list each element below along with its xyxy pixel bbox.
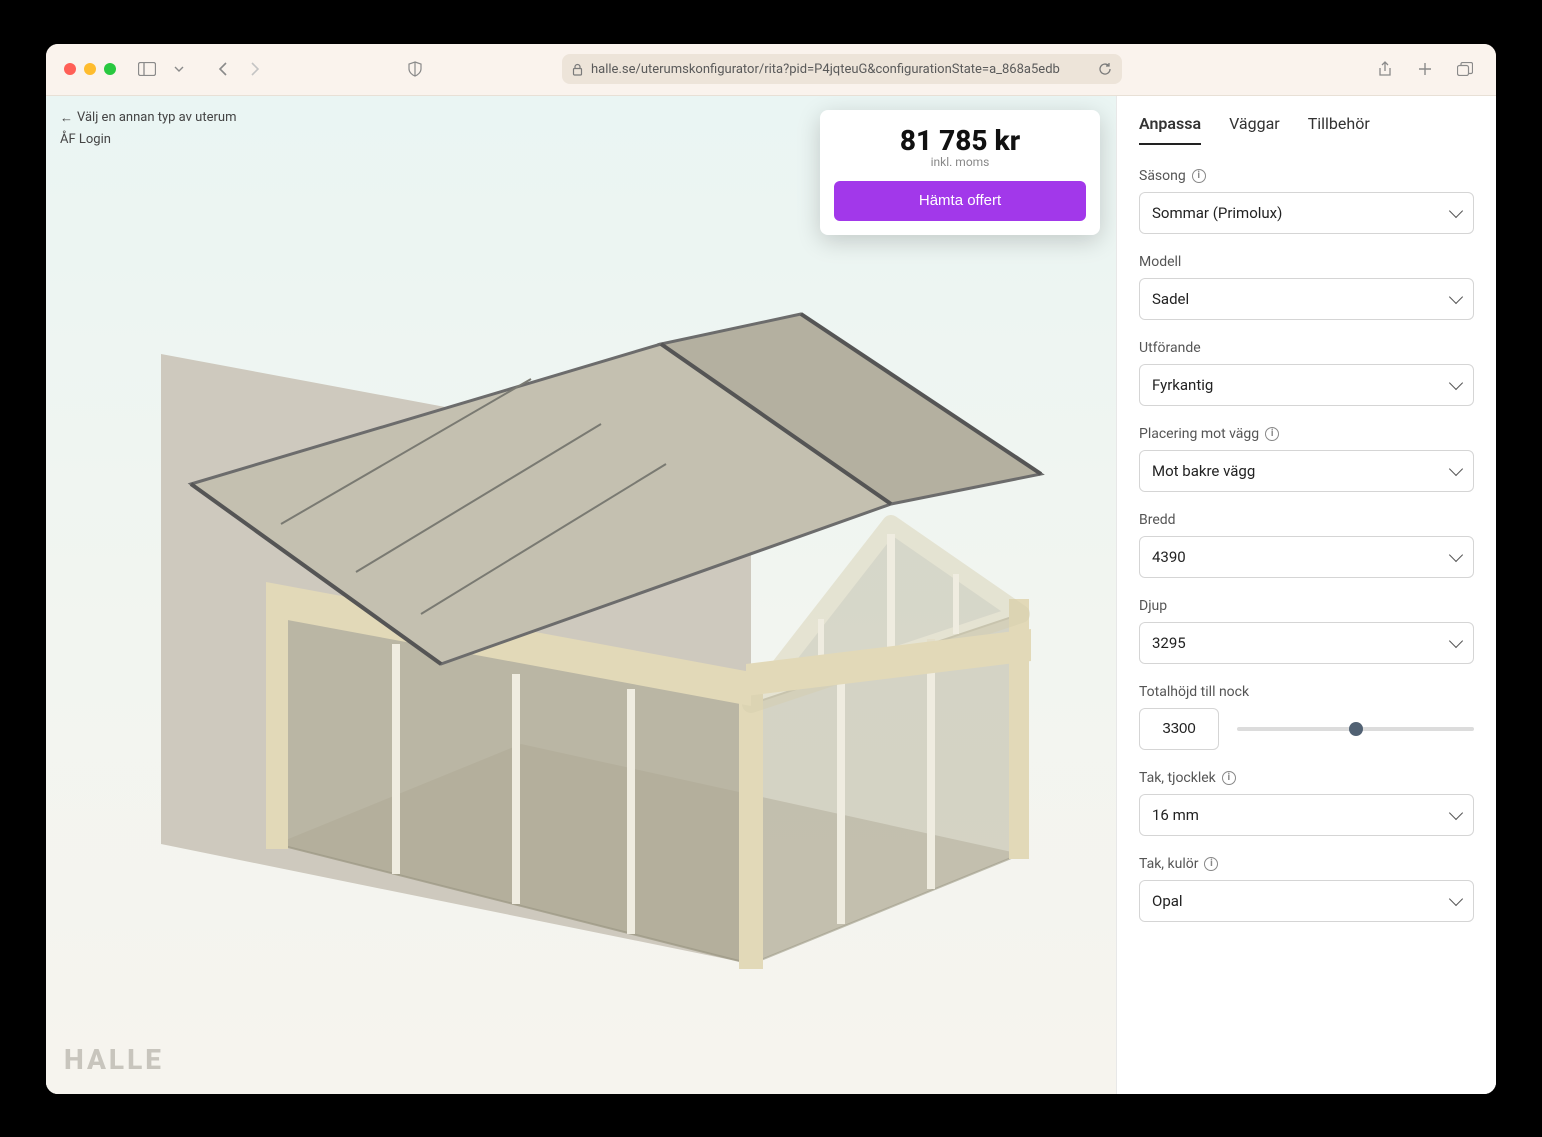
select-roof-thickness[interactable]: 16 mm bbox=[1139, 794, 1474, 836]
label-height: Totalhöjd till nock bbox=[1139, 684, 1249, 700]
price-card: 81 785 kr inkl. moms Hämta offert bbox=[820, 110, 1100, 235]
info-icon[interactable]: i bbox=[1204, 857, 1218, 871]
label-depth: Djup bbox=[1139, 598, 1167, 614]
brand-logo: HALLE bbox=[64, 1043, 164, 1076]
chevron-down-icon bbox=[1449, 375, 1463, 389]
label-roof-thickness: Tak, tjocklek bbox=[1139, 770, 1216, 786]
af-login-link[interactable]: ÅF Login bbox=[60, 132, 236, 147]
tab-vaggar[interactable]: Väggar bbox=[1229, 114, 1280, 145]
url-bar[interactable]: halle.se/uterumskonfigurator/rita?pid=P4… bbox=[562, 54, 1122, 84]
arrow-left-icon: ← bbox=[60, 110, 73, 126]
app-body: ← Välj en annan typ av uterum ÅF Login 8… bbox=[46, 96, 1496, 1094]
chevron-down-icon bbox=[1449, 547, 1463, 561]
input-height[interactable] bbox=[1139, 708, 1219, 750]
select-width-value: 4390 bbox=[1152, 548, 1186, 566]
forward-icon[interactable] bbox=[242, 56, 268, 82]
field-depth: Djup 3295 bbox=[1139, 598, 1474, 664]
slider-height[interactable] bbox=[1237, 719, 1474, 739]
house-illustration bbox=[101, 224, 1061, 1044]
select-placement[interactable]: Mot bakre vägg bbox=[1139, 450, 1474, 492]
tab-tillbehor[interactable]: Tillbehör bbox=[1308, 114, 1370, 145]
field-season: Säsong i Sommar (Primolux) bbox=[1139, 168, 1474, 234]
label-season: Säsong bbox=[1139, 168, 1186, 184]
field-style: Utförande Fyrkantig bbox=[1139, 340, 1474, 406]
chevron-down-icon bbox=[1449, 461, 1463, 475]
select-placement-value: Mot bakre vägg bbox=[1152, 462, 1255, 480]
chevron-down-icon[interactable] bbox=[166, 56, 192, 82]
privacy-shield-icon[interactable] bbox=[402, 56, 428, 82]
select-roof-color[interactable]: Opal bbox=[1139, 880, 1474, 922]
select-model-value: Sadel bbox=[1152, 290, 1189, 308]
tabs-icon[interactable] bbox=[1452, 56, 1478, 82]
lock-icon bbox=[572, 63, 583, 76]
get-quote-button[interactable]: Hämta offert bbox=[834, 181, 1086, 221]
sidebar-toggle-icon[interactable] bbox=[134, 56, 160, 82]
window-controls bbox=[64, 63, 116, 75]
top-links: ← Välj en annan typ av uterum ÅF Login bbox=[60, 110, 236, 147]
info-icon[interactable]: i bbox=[1265, 427, 1279, 441]
tab-bar: Anpassa Väggar Tillbehör bbox=[1139, 114, 1474, 146]
select-roof-thickness-value: 16 mm bbox=[1152, 806, 1199, 824]
close-window-icon[interactable] bbox=[64, 63, 76, 75]
new-tab-icon[interactable] bbox=[1412, 56, 1438, 82]
label-roof-color: Tak, kulör bbox=[1139, 856, 1198, 872]
browser-toolbar: halle.se/uterumskonfigurator/rita?pid=P4… bbox=[46, 44, 1496, 96]
select-depth[interactable]: 3295 bbox=[1139, 622, 1474, 664]
chevron-down-icon bbox=[1449, 891, 1463, 905]
share-icon[interactable] bbox=[1372, 56, 1398, 82]
select-season[interactable]: Sommar (Primolux) bbox=[1139, 192, 1474, 234]
field-roof-thickness: Tak, tjocklek i 16 mm bbox=[1139, 770, 1474, 836]
price-subtitle: inkl. moms bbox=[834, 155, 1086, 169]
chevron-down-icon bbox=[1449, 633, 1463, 647]
slider-thumb[interactable] bbox=[1349, 722, 1363, 736]
select-style-value: Fyrkantig bbox=[1152, 376, 1213, 394]
field-width: Bredd 4390 bbox=[1139, 512, 1474, 578]
tab-anpassa[interactable]: Anpassa bbox=[1139, 114, 1201, 145]
label-model: Modell bbox=[1139, 254, 1181, 270]
chevron-down-icon bbox=[1449, 203, 1463, 217]
select-depth-value: 3295 bbox=[1152, 634, 1186, 652]
field-height: Totalhöjd till nock bbox=[1139, 684, 1474, 750]
viewport-3d[interactable]: ← Välj en annan typ av uterum ÅF Login 8… bbox=[46, 96, 1116, 1094]
info-icon[interactable]: i bbox=[1222, 771, 1236, 785]
maximize-window-icon[interactable] bbox=[104, 63, 116, 75]
label-placement: Placering mot vägg bbox=[1139, 426, 1259, 442]
chevron-down-icon bbox=[1449, 805, 1463, 819]
select-width[interactable]: 4390 bbox=[1139, 536, 1474, 578]
back-link-label: Välj en annan typ av uterum bbox=[77, 110, 236, 125]
select-roof-color-value: Opal bbox=[1152, 892, 1183, 910]
select-style[interactable]: Fyrkantig bbox=[1139, 364, 1474, 406]
label-width: Bredd bbox=[1139, 512, 1176, 528]
back-link[interactable]: ← Välj en annan typ av uterum bbox=[60, 110, 236, 126]
chevron-down-icon bbox=[1449, 289, 1463, 303]
select-season-value: Sommar (Primolux) bbox=[1152, 204, 1282, 222]
config-sidebar: Anpassa Väggar Tillbehör Säsong i Sommar… bbox=[1116, 96, 1496, 1094]
url-text: halle.se/uterumskonfigurator/rita?pid=P4… bbox=[591, 62, 1090, 77]
info-icon[interactable]: i bbox=[1192, 169, 1206, 183]
reload-icon[interactable] bbox=[1098, 62, 1112, 76]
field-roof-color: Tak, kulör i Opal bbox=[1139, 856, 1474, 922]
label-style: Utförande bbox=[1139, 340, 1201, 356]
select-model[interactable]: Sadel bbox=[1139, 278, 1474, 320]
browser-window: halle.se/uterumskonfigurator/rita?pid=P4… bbox=[46, 44, 1496, 1094]
price-value: 81 785 kr bbox=[834, 124, 1086, 157]
field-model: Modell Sadel bbox=[1139, 254, 1474, 320]
back-icon[interactable] bbox=[210, 56, 236, 82]
field-placement: Placering mot vägg i Mot bakre vägg bbox=[1139, 426, 1474, 492]
minimize-window-icon[interactable] bbox=[84, 63, 96, 75]
